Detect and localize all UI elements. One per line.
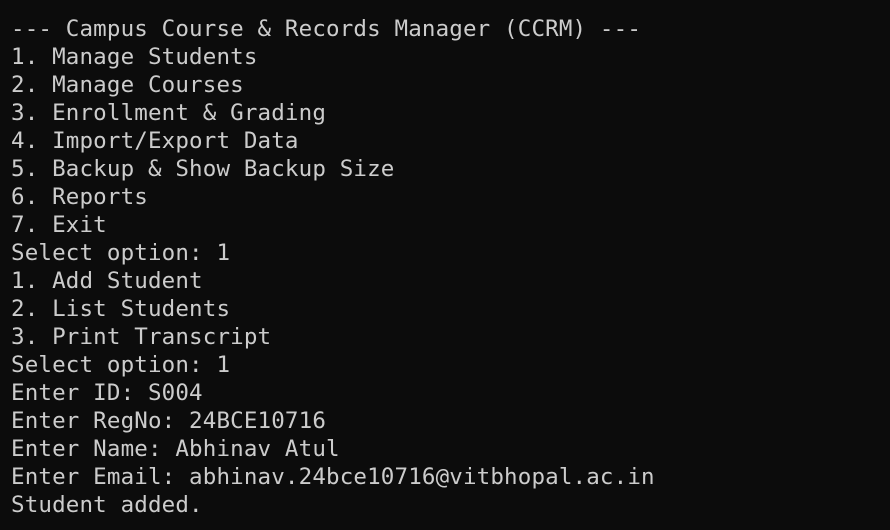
menu-option-reports: 6. Reports	[11, 184, 148, 210]
menu-option-exit: 7. Exit	[11, 212, 107, 238]
menu-option-backup: 5. Backup & Show Backup Size	[11, 156, 395, 182]
enter-id-prompt: Enter ID: S004	[11, 380, 203, 406]
submenu-option-list-students: 2. List Students	[11, 296, 231, 322]
enter-name-prompt: Enter Name: Abhinav Atul	[11, 436, 340, 462]
menu-option-import-export: 4. Import/Export Data	[11, 128, 299, 154]
menu-option-enrollment-grading: 3. Enrollment & Grading	[11, 100, 327, 126]
menu-option-manage-students: 1. Manage Students	[11, 44, 258, 70]
status-message: Student added.	[11, 492, 203, 518]
submenu-option-add-student: 1. Add Student	[11, 268, 203, 294]
enter-email-prompt: Enter Email: abhinav.24bce10716@vitbhopa…	[11, 464, 655, 490]
menu-option-manage-courses: 2. Manage Courses	[11, 72, 244, 98]
select-option-prompt-2: Select option: 1	[11, 352, 231, 378]
menu-header: --- Campus Course & Records Manager (CCR…	[11, 16, 642, 42]
enter-regno-prompt: Enter RegNo: 24BCE10716	[11, 408, 327, 434]
select-option-prompt: Select option: 1	[11, 240, 231, 266]
terminal-window[interactable]: --- Campus Course & Records Manager (CCR…	[0, 0, 890, 530]
submenu-option-print-transcript: 3. Print Transcript	[11, 324, 272, 350]
